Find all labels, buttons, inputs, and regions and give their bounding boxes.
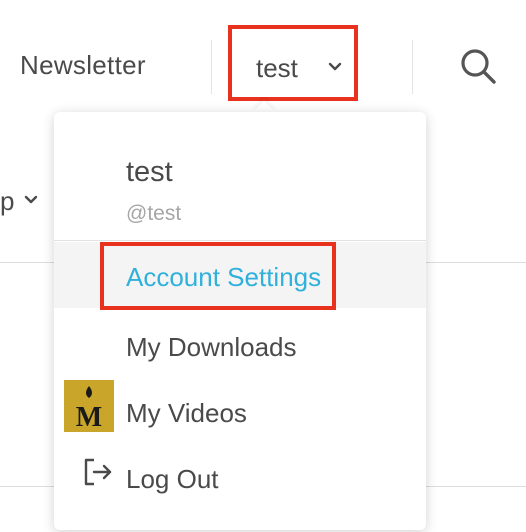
logout-icon: [82, 456, 114, 493]
nav-user-label: test: [256, 53, 298, 83]
focus-highlight-box: [100, 242, 336, 310]
menu-item-my-downloads[interactable]: My Downloads: [54, 312, 426, 378]
logo-letter: M: [76, 402, 102, 432]
dropdown-separator: [54, 240, 426, 241]
dropdown-user-name: test: [126, 156, 173, 188]
nav-newsletter-link[interactable]: Newsletter: [20, 50, 146, 81]
search-icon: [458, 49, 500, 92]
menu-item-label: My Videos: [126, 398, 247, 428]
menu-item-label: My Downloads: [126, 332, 297, 362]
menu-item-label: Log Out: [126, 464, 219, 494]
user-dropdown-menu: test @test Account Settings My Downloads…: [54, 112, 426, 530]
nav-divider: [412, 40, 413, 94]
nav-divider: [211, 40, 212, 94]
chevron-down-icon: [24, 192, 38, 210]
dropdown-user-handle: @test: [126, 202, 182, 225]
chevron-down-icon: [328, 59, 342, 77]
m-logo-icon: M: [64, 380, 114, 433]
nav-user-menu-button[interactable]: test: [228, 25, 358, 101]
search-button[interactable]: [458, 46, 500, 93]
background-menu-fragment: p: [0, 186, 15, 216]
